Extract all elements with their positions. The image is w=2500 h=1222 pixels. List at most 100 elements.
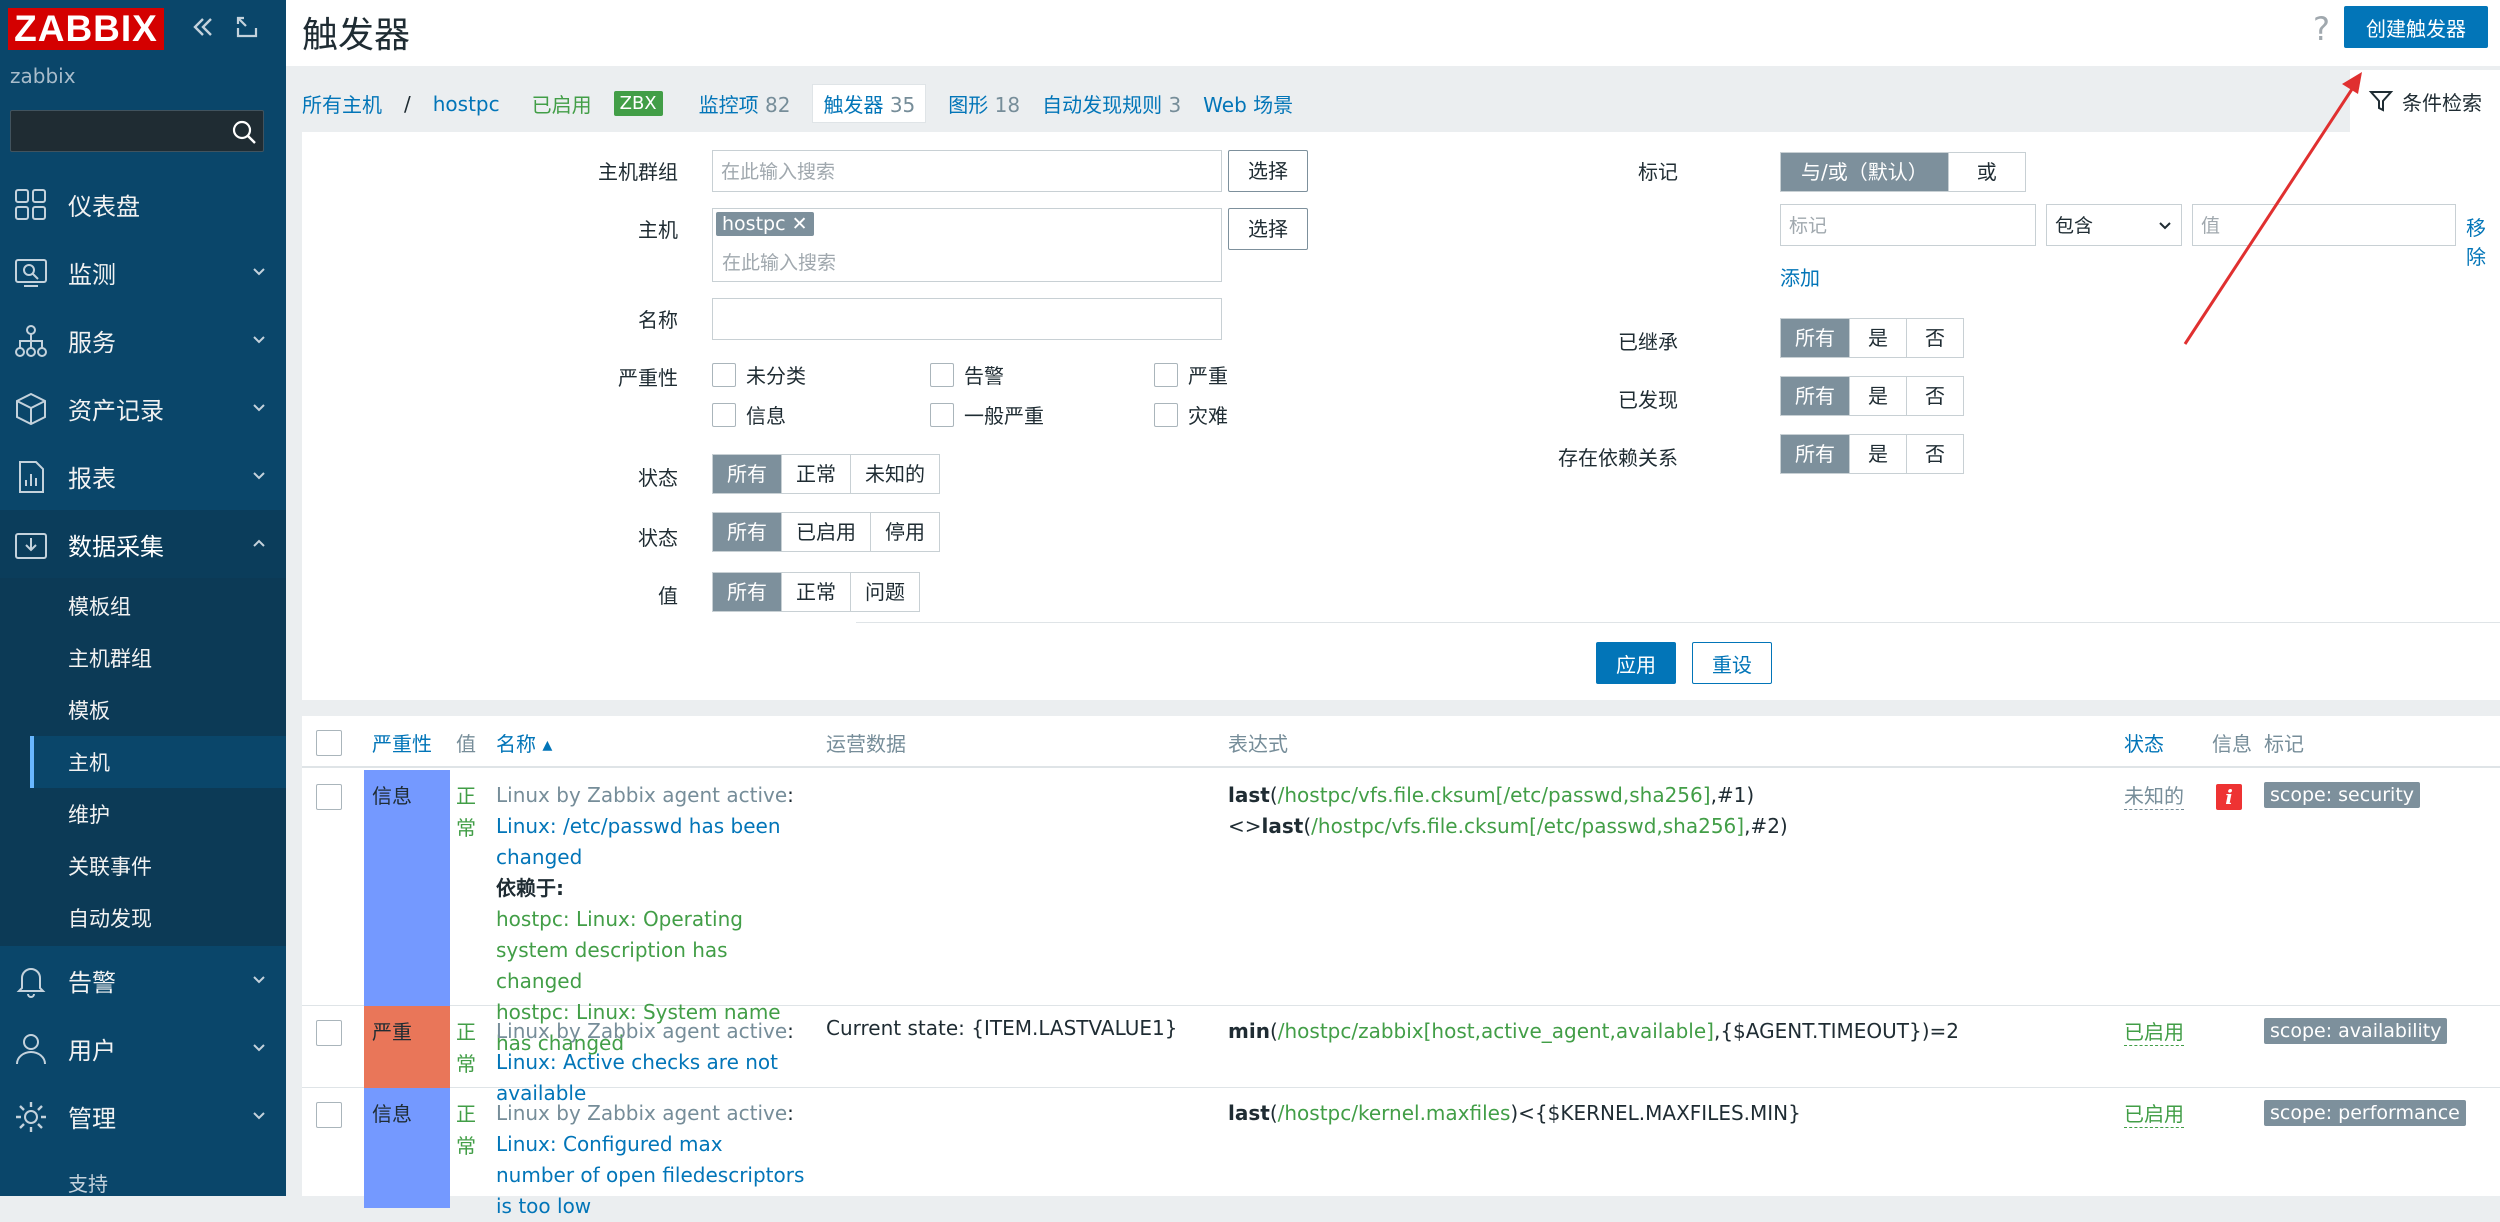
sidebar-search-input[interactable] xyxy=(10,110,264,152)
tag-operator-select[interactable]: 包含 xyxy=(2046,204,2182,246)
severity-not-classified[interactable]: 未分类 xyxy=(712,360,806,389)
filter-tab[interactable]: 条件检索 xyxy=(2350,70,2500,132)
severity-warning[interactable]: 告警 xyxy=(930,360,1004,389)
create-trigger-button[interactable]: 创建触发器 xyxy=(2344,6,2488,48)
discovered-yes[interactable]: 是 xyxy=(1850,377,1907,415)
severity-disaster[interactable]: 灾难 xyxy=(1154,400,1228,429)
status-link[interactable]: 已启用 xyxy=(2124,1016,2184,1046)
tag-remove-link[interactable]: 移除 xyxy=(2466,212,2500,270)
breadcrumb-all-hosts[interactable]: 所有主机 xyxy=(302,89,382,118)
host-status-enabled[interactable]: 已启用 xyxy=(532,89,592,118)
template-link[interactable]: Linux by Zabbix agent active xyxy=(496,783,787,807)
select-all-checkbox[interactable] xyxy=(316,730,342,756)
expr-item-link[interactable]: /hostpc/zabbix[host,active_agent,availab… xyxy=(1278,1019,1714,1043)
help-icon[interactable]: ? xyxy=(2313,10,2330,48)
trigger-name-link[interactable]: Linux: Configured max number of open fil… xyxy=(496,1132,804,1218)
submenu-event-correlation[interactable]: 关联事件 xyxy=(30,840,286,892)
remove-chip-icon[interactable]: ✕ xyxy=(792,213,808,235)
tag-name-input[interactable]: 标记 xyxy=(1780,204,2036,246)
host-group-input[interactable]: 在此输入搜索 xyxy=(712,150,1222,192)
depends-all[interactable]: 所有 xyxy=(1781,435,1850,473)
tags-and-or[interactable]: 与/或（默认） xyxy=(1781,153,1949,191)
menu-inventory[interactable]: 资产记录 xyxy=(0,374,286,442)
name-input[interactable] xyxy=(712,298,1222,340)
inherited-segmented: 所有 是 否 xyxy=(1780,318,1964,358)
depends-yes[interactable]: 是 xyxy=(1850,435,1907,473)
submenu-discovery[interactable]: 自动发现 xyxy=(30,892,286,944)
collapse-sidebar-icon[interactable] xyxy=(190,14,216,40)
checkbox[interactable] xyxy=(712,362,736,387)
inherited-yes[interactable]: 是 xyxy=(1850,319,1907,357)
tab-web-scenarios[interactable]: Web 场景 xyxy=(1203,89,1293,118)
status-all[interactable]: 所有 xyxy=(713,513,782,551)
inherited-all[interactable]: 所有 xyxy=(1781,319,1850,357)
menu-reports[interactable]: 报表 xyxy=(0,442,286,510)
menu-support[interactable]: 支持 xyxy=(0,1150,286,1196)
apply-filter-button[interactable]: 应用 xyxy=(1596,642,1676,684)
discovered-no[interactable]: 否 xyxy=(1907,377,1963,415)
severity-average[interactable]: 一般严重 xyxy=(930,400,1044,429)
status-link[interactable]: 已启用 xyxy=(2124,1098,2184,1128)
col-name[interactable]: 名称 ▴ xyxy=(496,728,552,757)
expr-item-link[interactable]: /hostpc/vfs.file.cksum[/etc/passwd,sha25… xyxy=(1311,814,1744,838)
reset-filter-button[interactable]: 重设 xyxy=(1692,642,1772,684)
expr-item-link[interactable]: /hostpc/kernel.maxfiles xyxy=(1278,1101,1511,1125)
host-chip: hostpc ✕ xyxy=(716,212,814,236)
trigger-name-link[interactable]: Linux: /etc/passwd has been changed xyxy=(496,814,781,869)
tag-value-input[interactable]: 值 xyxy=(2192,204,2456,246)
status-enabled[interactable]: 已启用 xyxy=(782,513,871,551)
expr-item-link[interactable]: /hostpc/vfs.file.cksum[/etc/passwd,sha25… xyxy=(1278,783,1711,807)
menu-users[interactable]: 用户 xyxy=(0,1014,286,1082)
submenu-hosts[interactable]: 主机 xyxy=(30,736,286,788)
menu-services[interactable]: 服务 xyxy=(0,306,286,374)
zabbix-logo[interactable]: ZABBIX xyxy=(8,8,164,50)
value-ok[interactable]: 正常 xyxy=(782,573,851,611)
discovered-all[interactable]: 所有 xyxy=(1781,377,1850,415)
menu-alerts[interactable]: 告警 xyxy=(0,946,286,1014)
host-select-button[interactable]: 选择 xyxy=(1228,208,1308,250)
template-link[interactable]: Linux by Zabbix agent active xyxy=(496,1101,787,1125)
submenu-maintenance[interactable]: 维护 xyxy=(30,788,286,840)
host-group-select-button[interactable]: 选择 xyxy=(1228,150,1308,192)
menu-data-collection[interactable]: 数据采集 xyxy=(0,510,286,578)
submenu-host-groups[interactable]: 主机群组 xyxy=(30,632,286,684)
menu-dashboard[interactable]: 仪表盘 xyxy=(0,170,286,238)
checkbox[interactable] xyxy=(930,362,954,387)
value-problem[interactable]: 问题 xyxy=(851,573,919,611)
state-normal[interactable]: 正常 xyxy=(782,455,851,493)
tags-or[interactable]: 或 xyxy=(1949,153,2025,191)
template-link[interactable]: Linux by Zabbix agent active xyxy=(496,1019,787,1043)
checkbox[interactable] xyxy=(930,402,954,427)
severity-high[interactable]: 严重 xyxy=(1154,360,1228,389)
row-checkbox[interactable] xyxy=(316,1020,342,1046)
col-status[interactable]: 状态 xyxy=(2124,728,2164,757)
search-icon[interactable] xyxy=(231,119,257,145)
checkbox[interactable] xyxy=(1154,402,1178,427)
value-all[interactable]: 所有 xyxy=(713,573,782,611)
submenu-templates[interactable]: 模板 xyxy=(30,684,286,736)
checkbox[interactable] xyxy=(712,402,736,427)
dependency-link[interactable]: hostpc: Linux: Operating system descript… xyxy=(496,907,743,993)
menu-administration[interactable]: 管理 xyxy=(0,1082,286,1150)
col-severity[interactable]: 严重性 xyxy=(372,728,432,757)
menu-monitoring[interactable]: 监测 xyxy=(0,238,286,306)
tag-add-link[interactable]: 添加 xyxy=(1780,262,1820,291)
severity-information[interactable]: 信息 xyxy=(712,400,786,429)
kiosk-mode-icon[interactable] xyxy=(234,14,260,40)
row-checkbox[interactable] xyxy=(316,1102,342,1128)
submenu-template-groups[interactable]: 模板组 xyxy=(30,580,286,632)
tab-items[interactable]: 监控项 82 xyxy=(699,89,791,118)
breadcrumb-host[interactable]: hostpc xyxy=(433,92,500,116)
tab-triggers[interactable]: 触发器 35 xyxy=(812,84,927,123)
checkbox[interactable] xyxy=(1154,362,1178,387)
tab-discovery-rules[interactable]: 自动发现规则 3 xyxy=(1042,89,1181,118)
status-link[interactable]: 未知的 xyxy=(2124,780,2184,810)
info-icon[interactable]: i xyxy=(2216,784,2242,810)
state-unknown[interactable]: 未知的 xyxy=(851,455,939,493)
depends-no[interactable]: 否 xyxy=(1907,435,1963,473)
status-disabled[interactable]: 停用 xyxy=(871,513,939,551)
row-checkbox[interactable] xyxy=(316,784,342,810)
state-all[interactable]: 所有 xyxy=(713,455,782,493)
tab-graphs[interactable]: 图形 18 xyxy=(948,89,1020,118)
inherited-no[interactable]: 否 xyxy=(1907,319,1963,357)
